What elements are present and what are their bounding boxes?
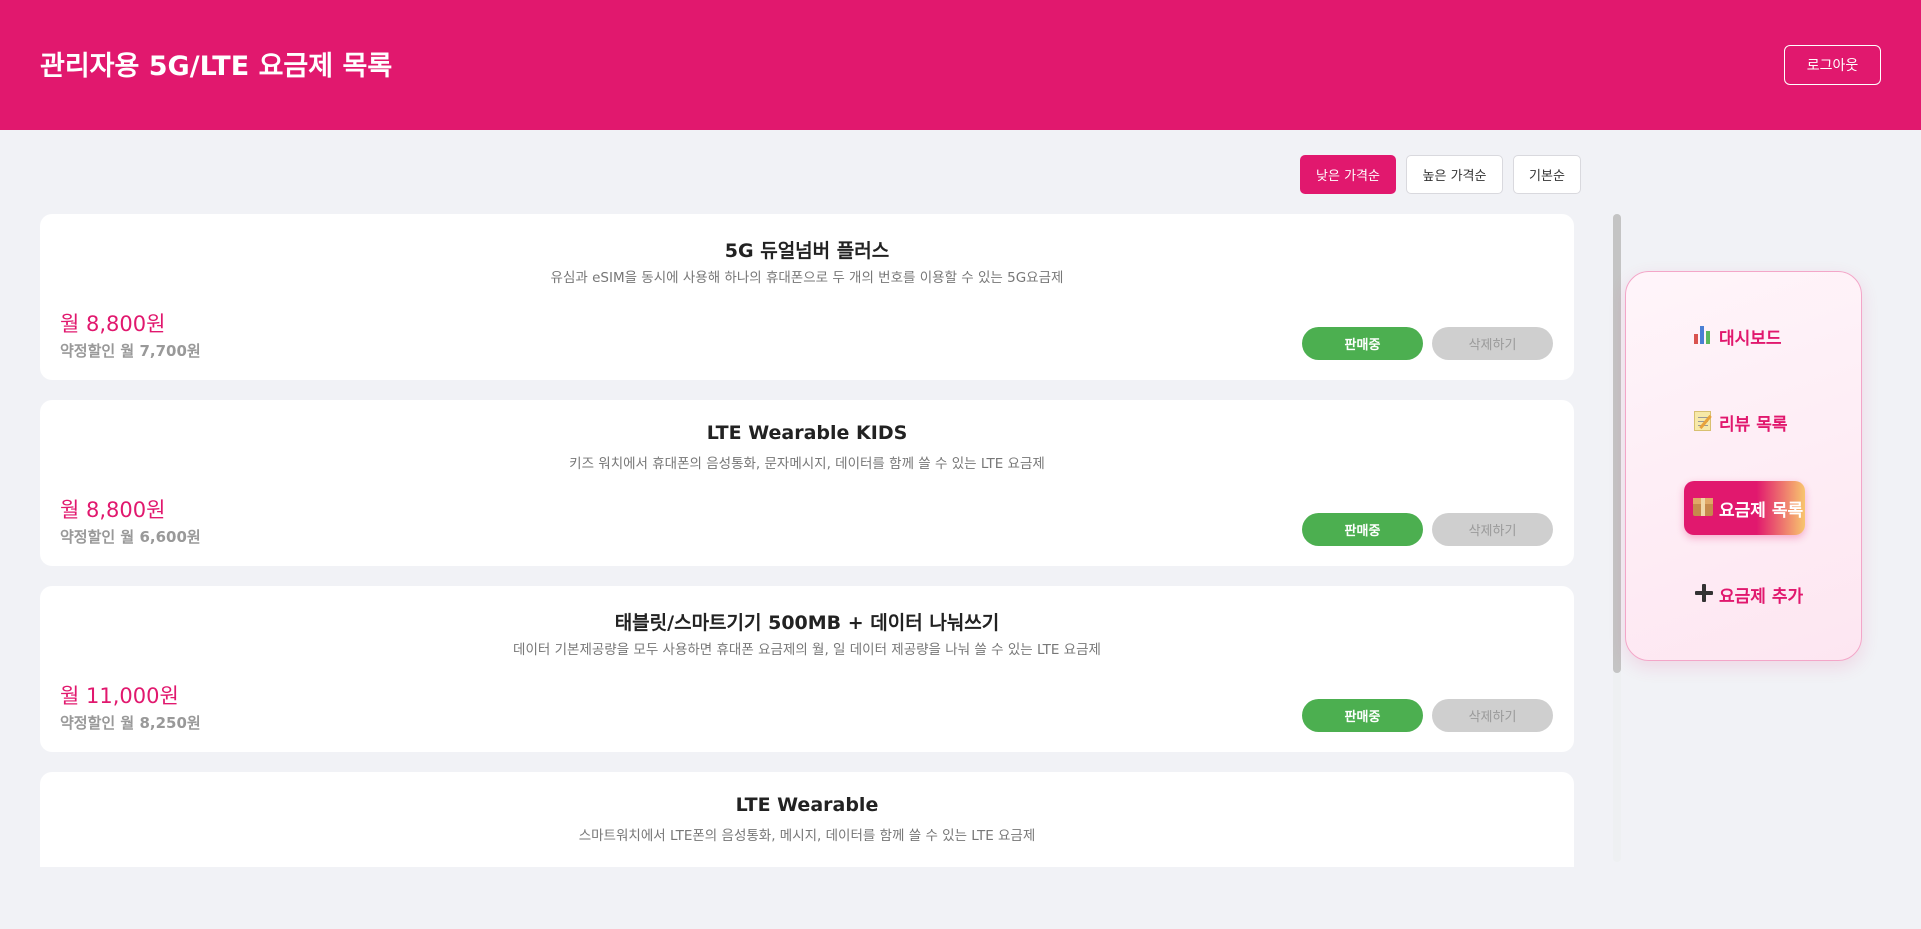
plan-list[interactable]: 5G 듀얼넘버 플러스 유심과 eSIM을 동시에 사용해 하나의 휴대폰으로 … [40, 214, 1574, 867]
delete-button[interactable]: 삭제하기 [1432, 327, 1553, 360]
plan-title: 5G 듀얼넘버 플러스 [724, 240, 890, 262]
plan-description: 키즈 워치에서 휴대폰의 음성통화, 문자메시지, 데이터를 함께 쓸 수 있는… [569, 456, 1045, 472]
sidebar-item-reviews[interactable]: 리뷰 목록 [1684, 395, 1805, 449]
sort-low-price-button[interactable]: 낮은 가격순 [1300, 155, 1396, 194]
bar-chart-icon [1692, 324, 1714, 346]
plan-price: 월 8,800원 [60, 498, 166, 522]
plan-title: LTE Wearable KIDS [706, 422, 908, 444]
plan-card: LTE Wearable 스마트워치에서 LTE폰의 음성통화, 메시지, 데이… [40, 772, 1574, 867]
on-sale-toggle-button[interactable]: 판매중 [1302, 699, 1423, 732]
plan-card: 태블릿/스마트기기 500MB + 데이터 나눠쓰기 데이터 기본제공량을 모두… [40, 586, 1574, 752]
plan-card: 5G 듀얼넘버 플러스 유심과 eSIM을 동시에 사용해 하나의 휴대폰으로 … [40, 214, 1574, 380]
plus-icon [1692, 582, 1714, 604]
plan-description: 데이터 기본제공량을 모두 사용하면 휴대폰 요금제의 월, 일 데이터 제공량… [513, 642, 1101, 658]
sidebar-item-dashboard[interactable]: 대시보드 [1684, 309, 1805, 363]
sidebar-item-add-plan[interactable]: 요금제 추가 [1684, 567, 1805, 621]
sort-default-button[interactable]: 기본순 [1513, 155, 1581, 194]
sidebar-item-label: 요금제 목록 [1719, 501, 1804, 521]
sidebar-nav: 대시보드 리뷰 목록 요금제 목록 요금제 추가 [1625, 271, 1862, 661]
list-scrollbar-thumb[interactable] [1613, 214, 1621, 673]
memo-icon [1692, 410, 1714, 432]
plan-discount-price: 약정할인 월 7,700원 [60, 342, 201, 360]
plan-price: 월 11,000원 [60, 684, 179, 708]
sidebar-item-label: 리뷰 목록 [1719, 415, 1788, 435]
delete-button[interactable]: 삭제하기 [1432, 513, 1553, 546]
plan-description: 스마트워치에서 LTE폰의 음성통화, 메시지, 데이터를 함께 쓸 수 있는 … [578, 828, 1036, 844]
on-sale-toggle-button[interactable]: 판매중 [1302, 513, 1423, 546]
plan-discount-price: 약정할인 월 6,600원 [60, 528, 201, 546]
plan-discount-price: 약정할인 월 8,250원 [60, 714, 201, 732]
delete-button[interactable]: 삭제하기 [1432, 699, 1553, 732]
plan-title: 태블릿/스마트기기 500MB + 데이터 나눠쓰기 [614, 612, 1000, 634]
plan-price: 월 8,800원 [60, 312, 166, 336]
sidebar-item-label: 대시보드 [1719, 329, 1782, 349]
sidebar-item-label: 요금제 추가 [1719, 587, 1804, 607]
plan-card: LTE Wearable KIDS 키즈 워치에서 휴대폰의 음성통화, 문자메… [40, 400, 1574, 566]
top-header: 관리자용 5G/LTE 요금제 목록 로그아웃 [0, 0, 1921, 130]
plan-title: LTE Wearable [735, 794, 879, 816]
logout-button[interactable]: 로그아웃 [1784, 45, 1881, 85]
page-title: 관리자용 5G/LTE 요금제 목록 [40, 51, 393, 82]
sidebar-item-plans[interactable]: 요금제 목록 [1684, 481, 1805, 535]
plan-description: 유심과 eSIM을 동시에 사용해 하나의 휴대폰으로 두 개의 번호를 이용할… [550, 270, 1064, 286]
package-icon [1692, 496, 1714, 518]
on-sale-toggle-button[interactable]: 판매중 [1302, 327, 1423, 360]
sort-high-price-button[interactable]: 높은 가격순 [1406, 155, 1503, 194]
